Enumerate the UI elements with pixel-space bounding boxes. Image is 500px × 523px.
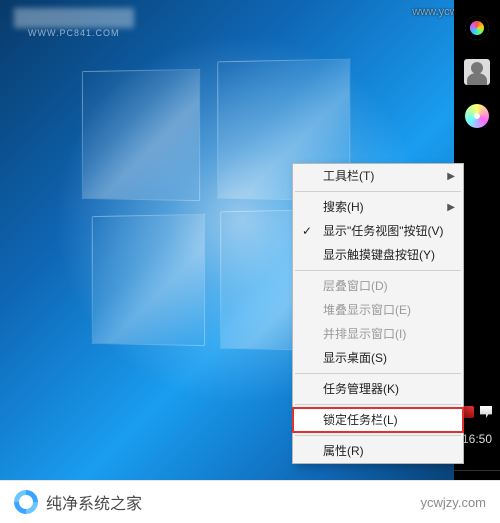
check-icon: ✓ — [302, 223, 312, 239]
menu-label: 显示桌面(S) — [323, 351, 387, 365]
menu-search[interactable]: 搜索(H) ▶ — [293, 195, 463, 219]
user-avatar-icon — [464, 59, 490, 85]
menu-properties[interactable]: 属性(R) — [293, 439, 463, 463]
menu-show-touch-keyboard-button[interactable]: 显示触摸键盘按钮(Y) — [293, 243, 463, 267]
menu-label: 任务管理器(K) — [323, 382, 399, 396]
brand-logo-icon — [14, 490, 38, 514]
menu-label: 层叠窗口(D) — [323, 279, 388, 293]
menu-label: 显示"任务视图"按钮(V) — [323, 224, 444, 238]
menu-sidebyside-windows: 并排显示窗口(I) — [293, 322, 463, 346]
menu-label: 显示触摸键盘按钮(Y) — [323, 248, 435, 262]
chevron-right-icon: ▶ — [447, 169, 455, 185]
taskbar-app-flower[interactable] — [463, 102, 491, 130]
windows-logo-pane — [92, 214, 205, 346]
menu-stacked-windows: 堆叠显示窗口(E) — [293, 298, 463, 322]
menu-label: 锁定任务栏(L) — [323, 413, 398, 427]
action-center-icon[interactable] — [480, 406, 492, 418]
brand-left: 纯净系统之家 — [14, 490, 142, 514]
source-url: WWW.PC841.COM — [28, 28, 120, 38]
source-logo-blur — [14, 8, 134, 28]
brand-name: 纯净系统之家 — [46, 490, 142, 514]
menu-task-manager[interactable]: 任务管理器(K) — [293, 377, 463, 401]
menu-label: 工具栏(T) — [323, 169, 374, 183]
menu-show-taskview-button[interactable]: ✓ 显示"任务视图"按钮(V) — [293, 219, 463, 243]
show-desktop-button[interactable] — [454, 470, 500, 480]
taskbar-context-menu: 工具栏(T) ▶ 搜索(H) ▶ ✓ 显示"任务视图"按钮(V) 显示触摸键盘按… — [292, 163, 464, 464]
menu-cascade-windows: 层叠窗口(D) — [293, 274, 463, 298]
brand-site: ycwjzy.com — [421, 495, 486, 510]
menu-separator — [295, 435, 461, 436]
menu-separator — [295, 270, 461, 271]
attribution-bar: 纯净系统之家 ycwjzy.com — [0, 480, 500, 523]
menu-separator — [295, 191, 461, 192]
system-tray[interactable] — [462, 406, 492, 418]
menu-lock-taskbar[interactable]: 锁定任务栏(L) — [293, 408, 463, 432]
menu-show-desktop[interactable]: 显示桌面(S) — [293, 346, 463, 370]
colorwheel-icon — [465, 16, 489, 40]
menu-toolbars[interactable]: 工具栏(T) ▶ — [293, 164, 463, 188]
menu-label: 属性(R) — [323, 444, 364, 458]
flower-icon — [465, 104, 489, 128]
menu-label: 搜索(H) — [323, 200, 364, 214]
chevron-right-icon: ▶ — [447, 200, 455, 216]
taskbar-app-colorwheel[interactable] — [463, 14, 491, 42]
menu-separator — [295, 373, 461, 374]
menu-label: 并排显示窗口(I) — [323, 327, 406, 341]
taskbar-app-user[interactable] — [463, 58, 491, 86]
menu-label: 堆叠显示窗口(E) — [323, 303, 411, 317]
windows-logo-pane — [82, 69, 200, 201]
menu-separator — [295, 404, 461, 405]
